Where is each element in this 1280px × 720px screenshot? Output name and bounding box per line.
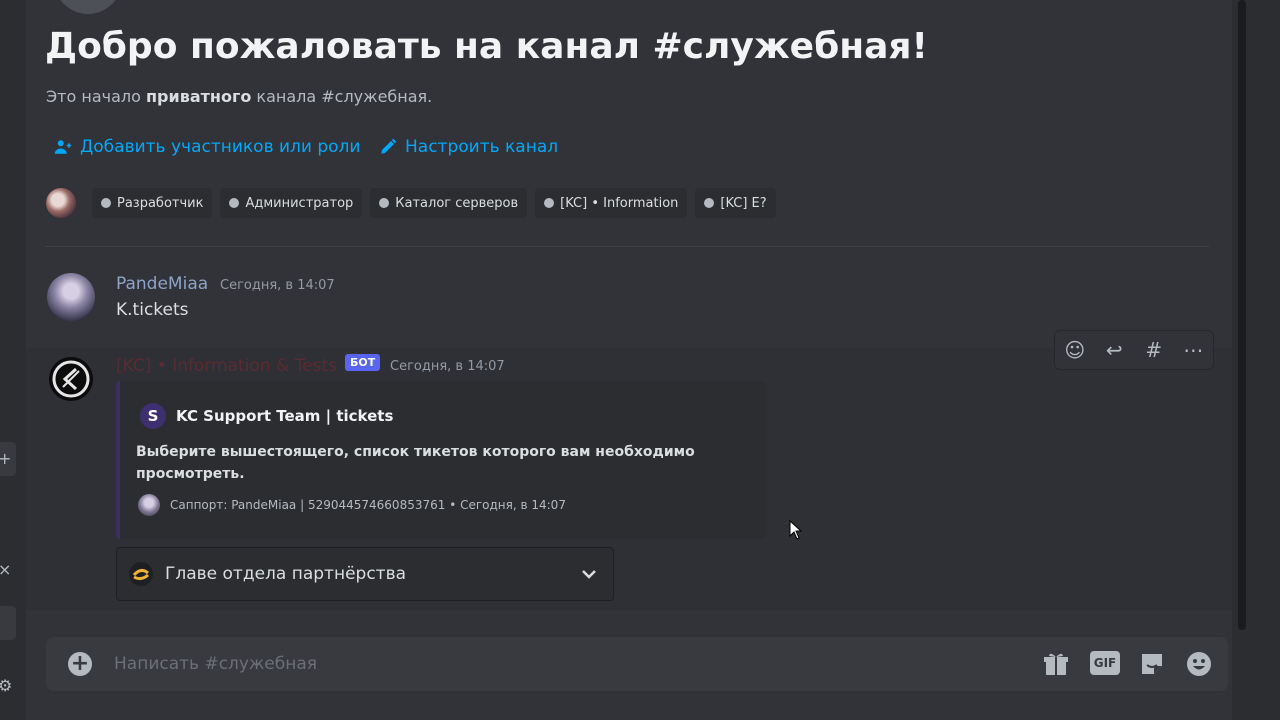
channel-roles: Разработчик Администратор Каталог сервер… <box>46 188 776 218</box>
sidebar-control[interactable]: + <box>0 442 16 476</box>
role-chip[interactable]: Каталог серверов <box>370 188 528 218</box>
gear-icon[interactable]: ⚙ <box>0 676 12 695</box>
sidebar-control[interactable] <box>0 606 16 640</box>
mouse-cursor-icon <box>789 520 803 540</box>
create-thread-icon[interactable]: # <box>1139 338 1169 362</box>
bot-logo-icon <box>52 360 90 398</box>
gif-icon[interactable]: GIF <box>1090 651 1120 675</box>
embed-description: Выберите вышестоящего, список тикетов ко… <box>136 444 695 482</box>
avatar[interactable] <box>47 273 95 321</box>
embed-author-icon: S <box>140 403 166 429</box>
attach-plus-icon[interactable]: + <box>68 652 92 676</box>
plus-icon: + <box>0 449 12 468</box>
role-chip[interactable]: [KC] • Information <box>535 188 688 218</box>
role-chip[interactable]: Разработчик <box>92 188 213 218</box>
add-members-label: Добавить участников или роли <box>80 137 361 157</box>
role-dot <box>379 198 390 208</box>
ticket-select-menu[interactable]: Главе отдела партнёрства <box>116 547 614 601</box>
bot-badge: БОТ <box>345 354 381 371</box>
close-icon[interactable]: × <box>0 560 11 579</box>
subtitle-text: канала #служебная. <box>251 87 433 106</box>
role-dot <box>544 198 555 208</box>
emoji-icon[interactable] <box>1185 650 1213 678</box>
role-dot <box>229 198 240 208</box>
role-label: Каталог серверов <box>395 195 519 211</box>
role-label: Администратор <box>245 195 354 211</box>
server-sidebar-edge: + × ⚙ <box>0 0 26 720</box>
scrollbar-track[interactable] <box>1238 0 1246 630</box>
message-toolbar: ☺ ↩ # ⋯ <box>1054 330 1214 370</box>
chevron-down-icon <box>582 570 596 579</box>
member-sidebar-edge <box>1232 0 1280 720</box>
subtitle-bold: приватного <box>146 87 252 106</box>
reply-icon[interactable]: ↩ <box>1099 338 1129 362</box>
embed-footer: Саппорт: PandeMiaa | 529044574660853761 … <box>170 498 566 512</box>
role-label: Разработчик <box>117 195 204 211</box>
more-icon[interactable]: ⋯ <box>1178 338 1208 362</box>
gift-icon[interactable] <box>1042 650 1070 678</box>
message-timestamp: Сегодня, в 14:07 <box>390 359 505 374</box>
message-author[interactable]: PandeMiaa <box>116 274 208 294</box>
pencil-icon <box>381 138 397 154</box>
select-value: Главе отдела партнёрства <box>165 564 407 584</box>
message-composer: + GIF <box>46 637 1228 691</box>
member-avatar[interactable] <box>46 188 76 218</box>
embed-footer-icon <box>138 494 160 516</box>
message-embed: S KC Support Team | tickets Выберите выш… <box>116 381 766 539</box>
bot-avatar[interactable] <box>49 357 93 401</box>
partnership-icon <box>129 562 153 586</box>
embed-author: KC Support Team | tickets <box>176 407 394 425</box>
message-input[interactable] <box>114 651 1014 677</box>
add-user-icon <box>54 140 72 154</box>
message-timestamp: Сегодня, в 14:07 <box>220 278 335 293</box>
welcome-title: Добро пожаловать на канал #служебная! <box>45 26 928 67</box>
welcome-subtitle: Это начало приватного канала #служебная. <box>46 87 432 106</box>
role-dot <box>704 198 715 208</box>
add-reaction-icon[interactable]: ☺ <box>1060 338 1090 362</box>
bot-author[interactable]: [KC] • Information & Tests <box>116 356 337 376</box>
subtitle-text: Это начало <box>46 87 146 106</box>
edit-channel-label: Настроить канал <box>405 137 559 157</box>
role-chip[interactable]: [KC] E? <box>695 188 776 218</box>
edit-channel-link[interactable]: Настроить канал <box>379 137 558 157</box>
role-dot <box>101 198 111 208</box>
message-text: K.tickets <box>116 300 189 320</box>
sticker-icon[interactable] <box>1138 650 1166 678</box>
divider <box>45 246 1209 247</box>
add-members-link[interactable]: Добавить участников или роли <box>54 137 360 157</box>
role-label: [KC] • Information <box>560 195 679 211</box>
role-label: [KC] E? <box>720 195 767 211</box>
role-chip[interactable]: Администратор <box>220 188 363 218</box>
